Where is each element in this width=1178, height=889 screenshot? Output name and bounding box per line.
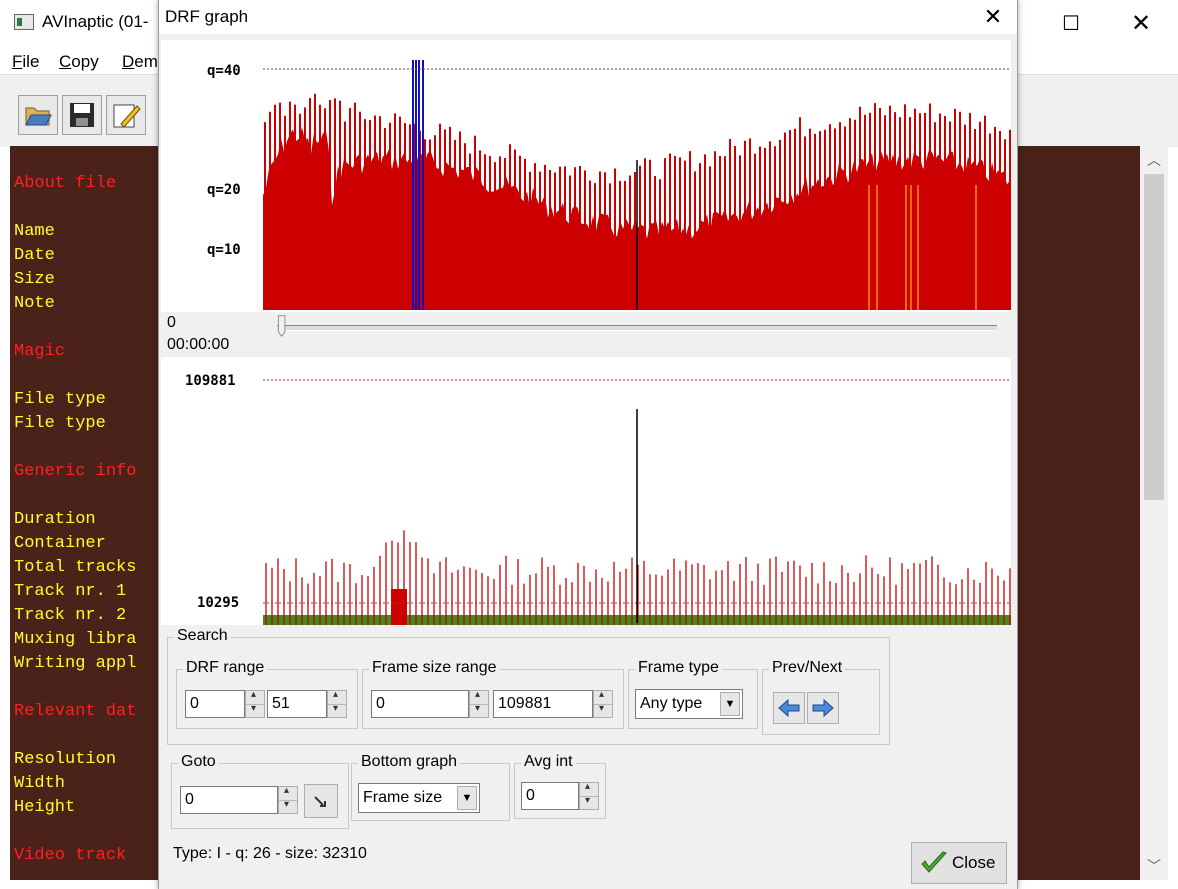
prev-next-label: Prev/Next [769,659,846,677]
app-icon [14,14,34,30]
info-line-heading: Generic info [14,462,137,481]
frame-size-from-stepper[interactable] [469,689,489,718]
goto-group: Goto 0 [171,753,349,829]
scroll-down-arrow-icon[interactable]: ﹀ [1140,852,1168,880]
bottom-graph-value: Frame size [363,789,443,806]
info-line-field: Writing appl [14,654,137,673]
info-line-heading: Video track [14,846,127,865]
search-group-label: Search [174,627,231,645]
info-line-field: Size [14,270,55,289]
save-button[interactable] [62,95,102,135]
frame-type-select[interactable]: Any type ▼ [635,689,743,719]
frame-type-value: Any type [640,695,703,712]
avg-int-label: Avg int [521,753,576,771]
vertical-scrollbar[interactable]: ︿ ﹀ [1140,146,1168,880]
scroll-up-arrow-icon[interactable]: ︿ [1140,146,1168,174]
status-text: Type: I - q: 26 - size: 32310 [173,845,367,862]
frame-size-range-group: Frame size range 0 109881 [362,659,624,729]
info-line-field: Note [14,294,55,313]
scroll-thumb[interactable] [1144,174,1164,500]
y-label-max-size: 109881 [185,373,236,389]
goto-button[interactable] [304,784,338,818]
info-line-field: Track nr. 1 [14,582,127,601]
info-line-field: File type [14,390,106,409]
close-button-label: Close [952,853,996,872]
bottom-graph-label: Bottom graph [358,753,461,771]
avg-int-input[interactable]: 0 [521,782,579,810]
drf-range-from-input[interactable]: 0 [185,690,245,718]
bottom-graph-group: Bottom graph Frame size ▼ [351,753,510,821]
timeline-slider-area: 0 00:00:00 [159,312,1017,356]
slider-time: 00:00:00 [167,336,230,353]
info-line-field: Date [14,246,55,265]
info-line-field: Duration [14,510,96,529]
goto-stepper[interactable] [278,785,298,814]
frame-type-label: Frame type [635,659,722,677]
info-line-heading: Relevant dat [14,702,137,721]
maximize-button[interactable]: ☐ [1036,0,1106,46]
open-folder-icon [25,107,52,126]
edit-icon [113,104,141,128]
frame-size-to-stepper[interactable] [593,689,613,718]
info-line-field: Resolution [14,750,117,769]
avg-int-group: Avg int 0 [514,753,606,819]
menu-file[interactable]: File [12,52,39,72]
arrow-right-icon [812,698,834,718]
menu-copy[interactable]: Copy [59,52,99,72]
frame-size-range-label: Frame size range [369,659,500,677]
info-line-field: File type [14,414,106,433]
search-group: Search DRF range 0 51 Frame size range 0… [167,627,890,745]
goto-arrow-icon [314,796,326,807]
drf-range-from-stepper[interactable] [245,689,265,718]
keyframe-size-block [391,589,407,625]
main-close-button[interactable]: ✕ [1106,0,1176,46]
checkmark-icon [921,851,947,873]
dialog-title: DRF graph [165,7,249,26]
menu-demux[interactable]: Dem [122,52,158,72]
goto-label: Goto [178,753,219,771]
info-line-field: Name [14,222,55,241]
info-line-field: Muxing libra [14,630,137,649]
y-label-q10: q=10 [207,242,241,258]
info-line-field: Container [14,534,106,553]
save-icon [70,103,94,127]
dialog-close-icon[interactable]: ✕ [971,0,1015,34]
drf-range-label: DRF range [183,659,268,677]
slider-thumb[interactable] [277,315,287,337]
previous-button[interactable] [773,692,805,724]
arrow-left-icon [778,698,800,718]
next-button[interactable] [807,692,839,724]
bottom-graph-select[interactable]: Frame size ▼ [358,783,480,813]
drf-graph[interactable]: q=40 q=20 q=10 [161,40,1011,312]
prev-next-group: Prev/Next [762,659,880,735]
timeline-slider[interactable] [277,325,997,331]
drf-range-to-stepper[interactable] [327,689,347,718]
info-line-field: Track nr. 2 [14,606,127,625]
info-line-field: Total tracks [14,558,137,577]
dialog-titlebar: DRF graph ✕ [159,0,1017,34]
info-line-field: Height [14,798,76,817]
info-line-field: Width [14,774,66,793]
frame-size-to-input[interactable]: 109881 [493,690,593,718]
drf-graph-dialog: DRF graph ✕ q=40 q=20 q=10 0 00:00:00 10… [158,0,1018,889]
chevron-down-icon[interactable]: ▼ [457,786,477,810]
edit-button[interactable] [106,95,146,135]
frame-size-graph[interactable]: 109881 10295 [161,357,1011,625]
chevron-down-icon[interactable]: ▼ [720,692,740,716]
frame-size-from-input[interactable]: 0 [371,690,469,718]
y-label-q40: q=40 [207,63,241,79]
goto-input[interactable]: 0 [180,786,278,814]
info-line-heading: About file [14,174,117,193]
y-label-q20: q=20 [207,182,241,198]
slider-frame-number: 0 [167,314,176,331]
info-line-heading: Magic [14,342,66,361]
drf-range-to-input[interactable]: 51 [267,690,327,718]
y-label-avg-size: 10295 [197,595,239,611]
frame-type-group: Frame type Any type ▼ [628,659,758,729]
close-button[interactable]: Close [911,842,1007,884]
avg-int-stepper[interactable] [579,781,599,810]
open-button[interactable] [18,95,58,135]
drf-range-group: DRF range 0 51 [176,659,358,729]
main-window-title: AVInaptic (01- [42,12,149,31]
